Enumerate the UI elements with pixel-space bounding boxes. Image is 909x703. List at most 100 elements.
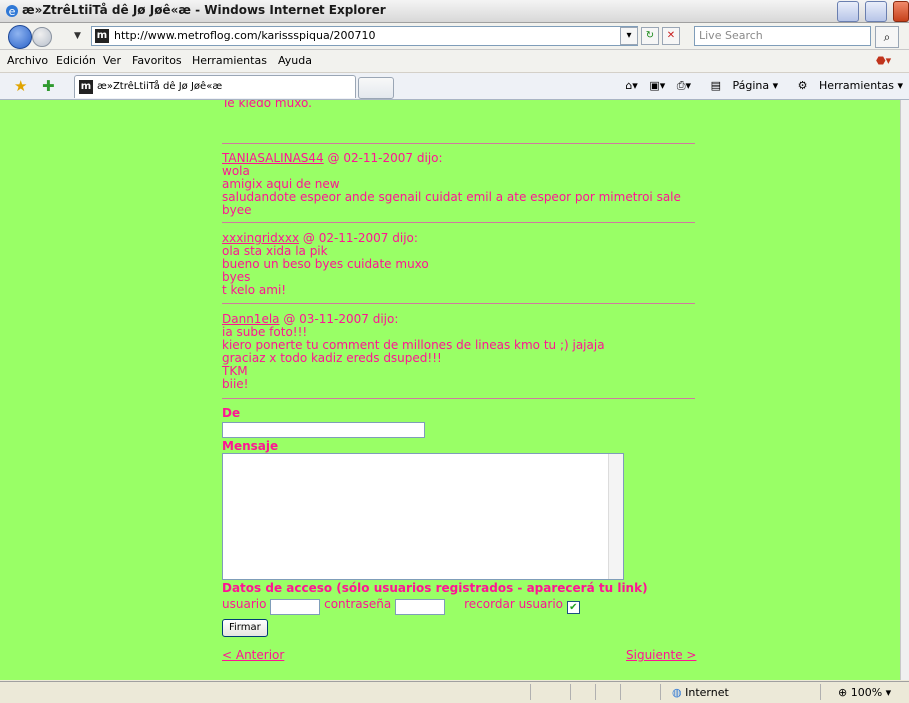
login-row: usuario contraseña recordar usuario ✔ xyxy=(222,597,580,615)
status-cell xyxy=(530,684,531,700)
search-icon[interactable]: ⌕ xyxy=(875,26,899,48)
page-menu-label: Página xyxy=(732,79,770,92)
maximize-button[interactable] xyxy=(864,1,887,22)
access-label: Datos de acceso (sólo usuarios registrad… xyxy=(222,581,648,595)
close-button[interactable] xyxy=(893,1,909,22)
forward-button[interactable] xyxy=(32,27,52,47)
menu-ver[interactable]: Ver xyxy=(103,54,121,67)
window-title: æ»ZtrêLtiiTå dê Jø Jøê«æ - Windows Inter… xyxy=(22,3,386,17)
comment-divider xyxy=(222,222,695,223)
tab-bar: ★ ✚ m æ»ZtrêLtiiTå dê Jø Jøê«æ ⌂▾ ▣▾ ⎙▾ … xyxy=(0,73,909,100)
comment-divider xyxy=(222,143,695,144)
tab-title: æ»ZtrêLtiiTå dê Jø Jøê«æ xyxy=(97,81,223,92)
comment-line: ia sube foto!!! xyxy=(222,325,308,339)
comment-meta: @ 03-11-2007 dijo: xyxy=(279,312,399,326)
firmar-button[interactable]: Firmar xyxy=(222,619,268,637)
usuario-label: usuario xyxy=(222,597,267,611)
message-textarea[interactable] xyxy=(222,453,624,580)
gear-icon: ⚙ xyxy=(797,79,808,92)
usuario-input[interactable] xyxy=(270,598,321,615)
status-cell xyxy=(595,684,596,700)
back-button[interactable] xyxy=(8,25,32,49)
remember-label: recordar usuario xyxy=(464,597,563,611)
tools-menu-label: Herramientas xyxy=(819,79,894,92)
comment-line: TKM xyxy=(222,364,248,378)
translate-icon[interactable]: ⬣▾ xyxy=(876,54,891,67)
status-cell xyxy=(820,684,821,700)
comment-line: saludandote espeor ande sgenail cuidat e… xyxy=(222,190,681,204)
globe-icon: ◍ xyxy=(672,686,682,699)
address-toolbar: ▼ m http://www.metroflog.com/karissspiqu… xyxy=(0,23,909,50)
comment-line: ola sta xida la pik xyxy=(222,244,328,258)
comment-line: bueno un beso byes cuidate muxo xyxy=(222,257,429,271)
command-bar: ⌂▾ ▣▾ ⎙▾ ▤ Página ▾ ⚙ Herramientas ▾ xyxy=(617,79,903,93)
comment-block: xxxingridxxx @ 02-11-2007 dijo: ola sta … xyxy=(222,232,695,297)
star-icon[interactable]: ★ xyxy=(14,77,27,95)
tab-active[interactable]: m æ»ZtrêLtiiTå dê Jø Jøê«æ xyxy=(74,75,356,98)
status-cell xyxy=(660,684,661,700)
comment-meta: @ 02-11-2007 dijo: xyxy=(299,231,418,245)
comment-line: wola xyxy=(222,164,250,178)
menu-favoritos[interactable]: Favoritos xyxy=(132,54,182,67)
search-placeholder: Live Search xyxy=(699,29,763,42)
next-page-link[interactable]: Siguiente > xyxy=(626,648,696,662)
page-icon: ▤ xyxy=(710,79,721,92)
zone-label: Internet xyxy=(685,686,729,699)
de-input[interactable] xyxy=(222,422,425,438)
comment-line: kiero ponerte tu comment de millones de … xyxy=(222,338,605,352)
menu-bar: Archivo Edición Ver Favoritos Herramient… xyxy=(0,50,909,73)
status-bar: ◍ Internet ⊕ 100% ▾ xyxy=(0,681,909,703)
comment-line: amigix aqui de new xyxy=(222,177,340,191)
ie-icon: e xyxy=(6,5,18,18)
comment-block: TANIASALINAS44 @ 02-11-2007 dijo: wola a… xyxy=(222,152,695,217)
print-icon[interactable]: ⎙▾ xyxy=(677,79,691,92)
comment-author-link[interactable]: Dann1ela xyxy=(222,312,280,326)
comment-line: t kelo ami! xyxy=(222,283,287,297)
refresh-icon[interactable]: ↻ xyxy=(641,27,659,45)
address-url: http://www.metroflog.com/karissspiqua/20… xyxy=(114,29,376,42)
comment-line: byee xyxy=(222,203,252,217)
zoom-level: 100% xyxy=(850,686,883,699)
minimize-button[interactable] xyxy=(836,1,859,22)
history-dropdown-icon[interactable]: ▼ xyxy=(74,31,81,41)
page-content: Te kiedo muxo. TANIASALINAS44 @ 02-11-20… xyxy=(0,100,900,680)
new-tab-button[interactable] xyxy=(358,77,394,99)
page-scrollbar[interactable] xyxy=(900,100,909,680)
prev-page-link[interactable]: < Anterior xyxy=(222,648,284,662)
textarea-scrollbar[interactable] xyxy=(608,454,623,579)
menu-herramientas[interactable]: Herramientas xyxy=(192,54,267,67)
comment-line: biie! xyxy=(222,377,249,391)
site-favicon-icon: m xyxy=(95,29,109,43)
zoom-control[interactable]: ⊕ 100% ▾ xyxy=(838,686,891,699)
home-icon[interactable]: ⌂▾ xyxy=(625,79,638,92)
comment-divider xyxy=(222,303,695,304)
comment-author-link[interactable]: xxxingridxxx xyxy=(222,231,299,245)
status-cell xyxy=(570,684,571,700)
window-titlebar: e æ»ZtrêLtiiTå dê Jø Jøê«æ - Windows Int… xyxy=(0,0,909,23)
remember-checkbox[interactable]: ✔ xyxy=(566,601,580,614)
menu-ayuda[interactable]: Ayuda xyxy=(278,54,312,67)
add-favorite-icon[interactable]: ✚ xyxy=(42,77,55,95)
address-input[interactable]: m http://www.metroflog.com/karissspiqua/… xyxy=(91,26,638,46)
menu-archivo[interactable]: Archivo xyxy=(7,54,48,67)
comment-author-link[interactable]: TANIASALINAS44 xyxy=(222,151,324,165)
de-label: De xyxy=(222,406,241,420)
svg-text:e: e xyxy=(9,5,16,18)
comment-divider xyxy=(222,398,695,399)
menu-edicion[interactable]: Edición xyxy=(56,54,96,67)
comment-line: graciaz x todo kadiz ereds dsuped!!! xyxy=(222,351,442,365)
window-controls xyxy=(836,1,909,22)
address-dropdown-icon[interactable]: ▾ xyxy=(620,27,638,45)
security-zone: ◍ Internet xyxy=(672,686,729,699)
feed-icon[interactable]: ▣▾ xyxy=(649,79,665,92)
comment-partial-text: Te kiedo muxo. xyxy=(222,100,312,110)
tools-menu[interactable]: ⚙ Herramientas ▾ xyxy=(790,79,903,92)
stop-icon[interactable]: ✕ xyxy=(662,27,680,45)
search-input[interactable]: Live Search xyxy=(694,26,871,46)
mensaje-label: Mensaje xyxy=(222,439,279,453)
password-input[interactable] xyxy=(395,598,446,615)
zoom-icon: ⊕ xyxy=(838,686,848,699)
status-cell xyxy=(620,684,621,700)
page-menu[interactable]: ▤ Página ▾ xyxy=(703,79,779,92)
tab-favicon-icon: m xyxy=(79,80,93,94)
